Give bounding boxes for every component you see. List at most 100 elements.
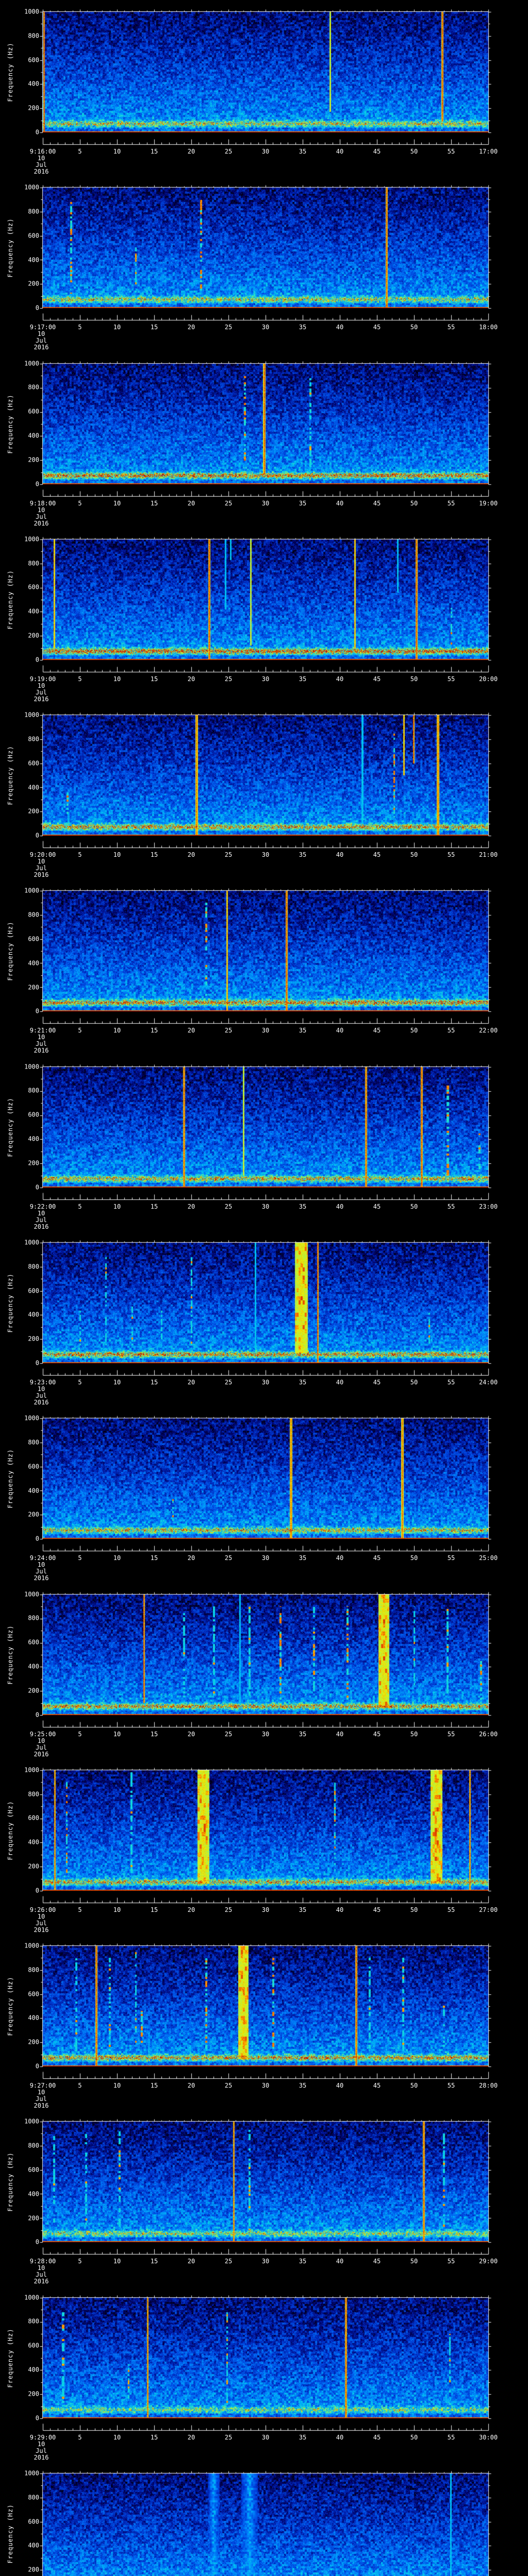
x-tick-label: 20 bbox=[187, 1202, 195, 1210]
y-tick-label: 200 bbox=[28, 456, 39, 464]
y-tick-label: 600 bbox=[28, 1990, 39, 1997]
date-year-label: 2016 bbox=[34, 2102, 49, 2110]
x-tick-label: 40 bbox=[336, 1906, 344, 1913]
x-tick-label: 55 bbox=[447, 1027, 455, 1035]
x-tick-label: 55 bbox=[447, 851, 455, 859]
y-tick-label: 0 bbox=[35, 2414, 39, 2421]
x-tick-label: 15 bbox=[150, 2433, 158, 2441]
x-tick-label: 30 bbox=[261, 1027, 270, 1035]
x-tick-label: 15 bbox=[150, 675, 158, 683]
x-tick-label: 30 bbox=[261, 2433, 270, 2441]
y-tick-label: 600 bbox=[28, 583, 39, 591]
x-start-time-label: 9:26:00 bbox=[29, 1906, 56, 1913]
y-tick-label: 200 bbox=[28, 2214, 39, 2222]
x-tick-label: 10 bbox=[113, 1906, 121, 1913]
x-end-time-label: 21:00 bbox=[478, 851, 498, 859]
y-tick-label: 0 bbox=[35, 304, 39, 312]
spectrogram-panel-9:26:00: Frequency (Hz) 9:26:00 27:00 10 Jul 2016… bbox=[0, 1758, 528, 1934]
x-tick-label: 40 bbox=[336, 499, 344, 507]
x-tick-label: 55 bbox=[447, 2433, 455, 2441]
y-axis-title: Frequency (Hz) bbox=[7, 921, 14, 981]
x-tick-label: 5 bbox=[78, 851, 82, 859]
x-tick-label: 5 bbox=[78, 2433, 82, 2441]
x-tick-label: 5 bbox=[78, 2258, 82, 2265]
x-start-time-label: 9:18:00 bbox=[29, 499, 56, 507]
x-end-time-label: 29:00 bbox=[478, 2258, 498, 2265]
y-tick-label: 200 bbox=[28, 104, 39, 112]
x-tick-label: 5 bbox=[78, 1027, 82, 1035]
x-end-time-label: 26:00 bbox=[478, 1730, 498, 1738]
x-tick-label: 45 bbox=[373, 1554, 381, 1562]
date-year-label: 2016 bbox=[34, 344, 49, 351]
date-day-label: 10 bbox=[37, 2264, 45, 2272]
y-tick-label: 400 bbox=[28, 1486, 39, 1494]
x-tick-label: 20 bbox=[187, 1554, 195, 1562]
y-tick-label: 1000 bbox=[24, 1590, 39, 1598]
y-tick-label: 0 bbox=[35, 832, 39, 839]
date-year-label: 2016 bbox=[34, 2278, 49, 2285]
x-end-time-label: 22:00 bbox=[478, 1027, 498, 1035]
x-tick-label: 15 bbox=[150, 1202, 158, 1210]
x-tick-label: 40 bbox=[336, 1554, 344, 1562]
y-tick-label: 1000 bbox=[24, 1942, 39, 1950]
y-axis-title: Frequency (Hz) bbox=[7, 394, 14, 454]
y-tick-label: 0 bbox=[35, 1535, 39, 1543]
x-tick-label: 10 bbox=[113, 1730, 121, 1738]
date-month-label: Jul bbox=[36, 513, 47, 520]
y-axis-title: Frequency (Hz) bbox=[7, 2328, 14, 2388]
date-month-label: Jul bbox=[36, 2271, 47, 2279]
x-tick-label: 20 bbox=[187, 324, 195, 331]
x-tick-label: 10 bbox=[113, 2082, 121, 2090]
x-tick-label: 15 bbox=[150, 2082, 158, 2090]
x-tick-label: 35 bbox=[299, 1378, 307, 1386]
y-tick-label: 200 bbox=[28, 983, 39, 991]
spectrogram-panel-9:18:00: Frequency (Hz) 9:18:00 19:00 10 Jul 2016… bbox=[0, 351, 528, 528]
y-tick-label: 800 bbox=[28, 2142, 39, 2149]
x-tick-label: 45 bbox=[373, 2258, 381, 2265]
y-tick-label: 400 bbox=[28, 959, 39, 967]
x-tick-label: 15 bbox=[150, 851, 158, 859]
x-tick-label: 45 bbox=[373, 1730, 381, 1738]
x-tick-label: 5 bbox=[78, 1554, 82, 1562]
date-year-label: 2016 bbox=[34, 871, 49, 879]
x-tick-label: 25 bbox=[224, 851, 233, 859]
x-tick-label: 50 bbox=[410, 499, 418, 507]
y-tick-label: 600 bbox=[28, 1286, 39, 1294]
x-tick-label: 10 bbox=[113, 148, 121, 155]
x-tick-label: 5 bbox=[78, 1730, 82, 1738]
x-tick-label: 55 bbox=[447, 1554, 455, 1562]
x-end-time-label: 24:00 bbox=[478, 1378, 498, 1386]
date-month-label: Jul bbox=[36, 688, 47, 696]
x-tick-label: 25 bbox=[224, 1378, 233, 1386]
y-tick-label: 1000 bbox=[24, 535, 39, 543]
x-tick-label: 50 bbox=[410, 851, 418, 859]
x-tick-label: 15 bbox=[150, 1906, 158, 1913]
x-tick-label: 20 bbox=[187, 851, 195, 859]
y-tick-label: 0 bbox=[35, 128, 39, 136]
y-axis-title: Frequency (Hz) bbox=[7, 2504, 14, 2564]
y-axis-title: Frequency (Hz) bbox=[7, 1449, 14, 1509]
spectrogram-panel-9:22:00: Frequency (Hz) 9:22:00 23:00 10 Jul 2016… bbox=[0, 1055, 528, 1231]
x-tick-label: 35 bbox=[299, 1202, 307, 1210]
x-tick-label: 50 bbox=[410, 2082, 418, 2090]
date-month-label: Jul bbox=[36, 865, 47, 872]
y-axis-title: Frequency (Hz) bbox=[7, 218, 14, 278]
spectrogram-panel-9:30:00: Frequency (Hz) 9:30:00 31:00 10 Jul 2016… bbox=[0, 2461, 528, 2576]
x-tick-label: 45 bbox=[373, 2082, 381, 2090]
x-tick-label: 50 bbox=[410, 1202, 418, 1210]
y-tick-label: 1000 bbox=[24, 711, 39, 719]
x-tick-label: 45 bbox=[373, 1027, 381, 1035]
x-start-time-label: 9:29:00 bbox=[29, 2433, 56, 2441]
date-year-label: 2016 bbox=[34, 1223, 49, 1230]
y-tick-label: 400 bbox=[28, 256, 39, 263]
y-tick-label: 600 bbox=[28, 408, 39, 415]
x-tick-label: 55 bbox=[447, 2082, 455, 2090]
x-tick-label: 25 bbox=[224, 1730, 233, 1738]
date-month-label: Jul bbox=[36, 2447, 47, 2454]
x-tick-label: 30 bbox=[261, 675, 270, 683]
x-tick-label: 35 bbox=[299, 1554, 307, 1562]
x-tick-label: 30 bbox=[261, 1906, 270, 1913]
x-tick-label: 25 bbox=[224, 1202, 233, 1210]
spectrogram-canvas bbox=[0, 2461, 528, 2576]
y-tick-label: 600 bbox=[28, 759, 39, 767]
